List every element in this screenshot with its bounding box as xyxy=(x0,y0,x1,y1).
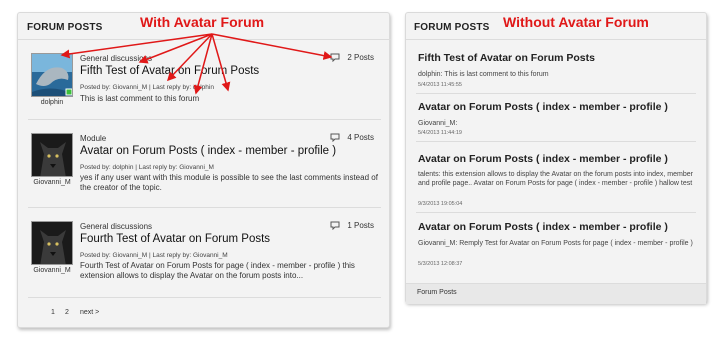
annotation-arrows xyxy=(60,33,333,95)
arrow xyxy=(211,33,333,60)
arrow xyxy=(138,33,213,64)
arrow xyxy=(60,33,213,59)
arrow xyxy=(211,33,231,92)
